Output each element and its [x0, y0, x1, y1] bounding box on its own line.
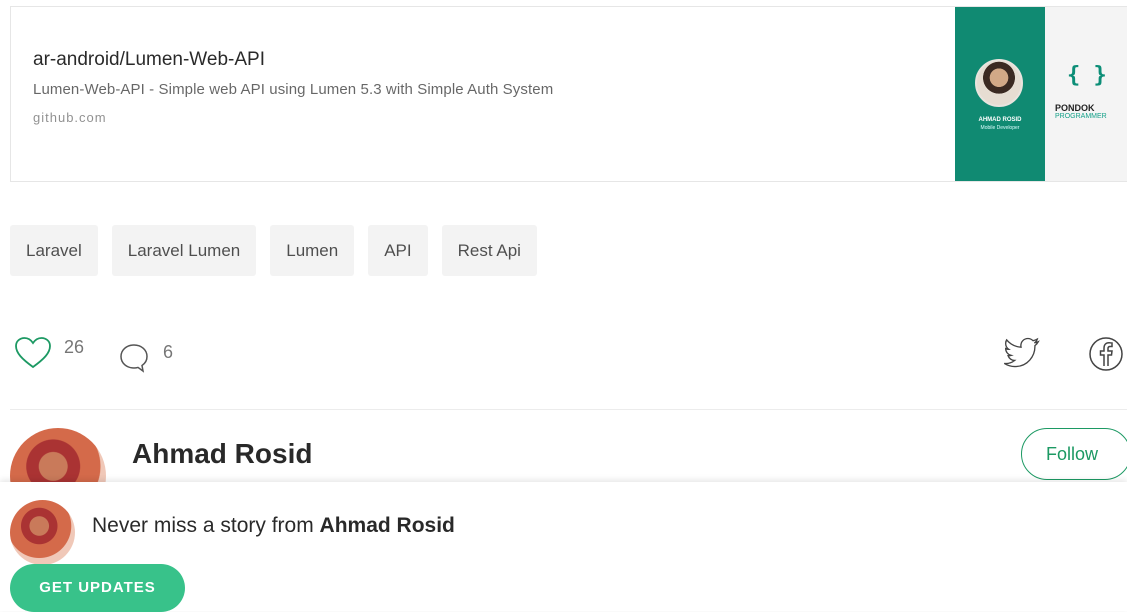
- link-preview-thumbnail: AHMAD ROSID Mobile Developer { } PONDOK …: [955, 7, 1127, 181]
- tag-laravel-lumen[interactable]: Laravel Lumen: [111, 225, 257, 276]
- pondok-logo-icon: { }: [1067, 63, 1107, 88]
- thumbnail-logo-panel: { } PONDOK PROGRAMMER: [1045, 7, 1127, 181]
- tag-api[interactable]: API: [368, 225, 428, 276]
- follow-button[interactable]: Follow: [1021, 428, 1127, 480]
- twitter-icon[interactable]: [1003, 337, 1042, 374]
- thumbnail-profile-panel: AHMAD ROSID Mobile Developer: [955, 7, 1045, 181]
- thumbnail-profile-photo: [975, 59, 1023, 107]
- bar-message: Never miss a story from Ahmad Rosid: [92, 514, 455, 538]
- like-count: 26: [64, 337, 85, 357]
- facebook-icon[interactable]: [1088, 336, 1124, 377]
- response-count: 6: [163, 342, 174, 362]
- heart-icon[interactable]: [14, 336, 52, 375]
- tag-laravel[interactable]: Laravel: [10, 225, 98, 276]
- thumbnail-logo-programmer: PROGRAMMER: [1055, 113, 1107, 120]
- link-preview-domain: github.com: [33, 110, 107, 125]
- tag-lumen[interactable]: Lumen: [270, 225, 355, 276]
- post-actions: 26 6: [14, 334, 1127, 374]
- response-bubble-icon[interactable]: [118, 342, 150, 379]
- tag-list: Laravel Laravel Lumen Lumen API Rest Api: [10, 225, 537, 276]
- thumbnail-name: AHMAD ROSID: [978, 117, 1022, 123]
- bar-author-avatar: [10, 500, 75, 565]
- link-preview-title[interactable]: ar-android/Lumen-Web-API: [33, 49, 933, 71]
- bar-message-author: Ahmad Rosid: [319, 514, 455, 537]
- thumbnail-logo-pondok: PONDOK: [1055, 103, 1095, 113]
- section-divider: [10, 409, 1127, 410]
- bottom-updates-bar: Never miss a story from Ahmad Rosid GET …: [0, 482, 1127, 612]
- link-preview-text: ar-android/Lumen-Web-API Lumen-Web-API -…: [33, 49, 933, 125]
- tag-rest-api[interactable]: Rest Api: [441, 225, 537, 276]
- link-preview-description: Lumen-Web-API - Simple web API using Lum…: [33, 81, 554, 98]
- link-preview-card[interactable]: ar-android/Lumen-Web-API Lumen-Web-API -…: [10, 6, 1127, 182]
- bar-message-prefix: Never miss a story from: [92, 514, 320, 537]
- thumbnail-role: Mobile Developer: [980, 125, 1020, 131]
- get-updates-button[interactable]: GET UPDATES: [10, 564, 185, 612]
- author-name[interactable]: Ahmad Rosid: [132, 438, 312, 470]
